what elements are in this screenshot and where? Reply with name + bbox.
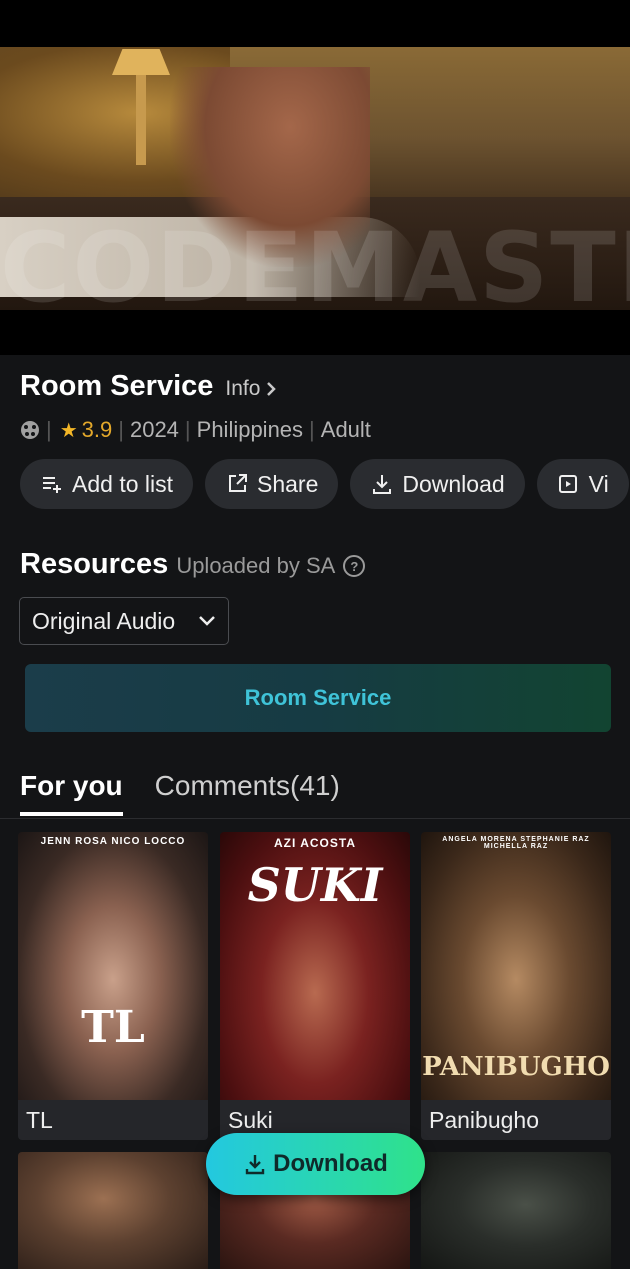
download-icon bbox=[373, 475, 392, 494]
video-player[interactable]: CODEMASTER bbox=[0, 47, 630, 310]
poster-title: PANIBUGHO bbox=[422, 1052, 610, 1082]
country: Philippines bbox=[196, 417, 304, 442]
release-year: 2024 bbox=[129, 417, 179, 442]
floating-download-label: Download bbox=[273, 1150, 388, 1177]
poster-image: ANGELA MORENA STEPHANIE RAZ MICHELLA RAZ… bbox=[421, 832, 611, 1100]
star-icon: ★ bbox=[59, 419, 78, 442]
audio-select[interactable]: Original Audio bbox=[19, 597, 229, 645]
resources-header: Resources Uploaded by SA ? bbox=[20, 548, 366, 581]
help-icon[interactable]: ? bbox=[343, 555, 366, 577]
video-label: Vi bbox=[588, 470, 609, 497]
add-to-list-label: Add to list bbox=[72, 470, 173, 497]
audio-option: Original Audio bbox=[32, 607, 176, 634]
genre: Adult bbox=[320, 417, 371, 442]
movie-title: Room Service bbox=[20, 370, 214, 402]
chevron-down-icon bbox=[199, 616, 215, 626]
tab-divider bbox=[0, 818, 630, 819]
poster-image: AZI ACOSTA SUKI bbox=[220, 832, 410, 1100]
resources-title: Resources bbox=[20, 548, 169, 580]
recommendation-card[interactable]: ANGELA MORENA STEPHANIE RAZ MICHELLA RAZ… bbox=[421, 832, 611, 1140]
uploaded-by: Uploaded by SA ? bbox=[176, 553, 366, 579]
poster-title: SUKI bbox=[247, 858, 383, 912]
poster-credits: AZI ACOSTA bbox=[274, 836, 356, 850]
episode-button[interactable]: Room Service bbox=[25, 664, 611, 732]
card-title: TL bbox=[18, 1100, 208, 1140]
reel-icon bbox=[21, 421, 39, 439]
title-row: Room Service Info bbox=[20, 370, 278, 403]
floating-download-button[interactable]: Download bbox=[206, 1133, 425, 1195]
video-watermark: CODEMASTER bbox=[0, 212, 630, 310]
download-label: Download bbox=[402, 470, 505, 497]
tab-for-you[interactable]: For you bbox=[20, 770, 123, 816]
recommendation-card[interactable]: JENN ROSA NICO LOCCO TL TL bbox=[18, 832, 208, 1140]
card-title: Panibugho bbox=[421, 1100, 611, 1140]
scene-lamp-base bbox=[136, 75, 146, 165]
info-label: Info bbox=[225, 377, 261, 400]
download-icon bbox=[245, 1155, 265, 1175]
poster-credits: JENN ROSA NICO LOCCO bbox=[40, 836, 186, 847]
share-icon bbox=[229, 474, 247, 492]
poster-image bbox=[421, 1152, 611, 1269]
share-label: Share bbox=[257, 470, 319, 497]
add-list-icon bbox=[43, 477, 61, 493]
rating-value: 3.9 bbox=[81, 417, 113, 442]
poster-image: JENN ROSA NICO LOCCO TL bbox=[18, 832, 208, 1100]
uploaded-by-text: Uploaded by SA bbox=[176, 553, 336, 578]
recommendation-card[interactable]: AZI ACOSTA SUKI Suki bbox=[220, 832, 410, 1140]
scene-lamp bbox=[112, 49, 170, 75]
player-bottom-bar bbox=[0, 310, 630, 355]
add-to-list-button[interactable]: Add to list bbox=[20, 459, 193, 509]
poster-title: TL bbox=[81, 1002, 145, 1053]
share-button[interactable]: Share bbox=[205, 459, 339, 509]
poster-credits: ANGELA MORENA STEPHANIE RAZ MICHELLA RAZ bbox=[442, 836, 590, 850]
recommendation-card[interactable] bbox=[421, 1152, 611, 1269]
info-link[interactable]: Info bbox=[225, 377, 278, 401]
tab-comments[interactable]: Comments(41) bbox=[155, 770, 340, 816]
movie-meta: | ★ 3.9 | 2024 | Philippines | Adult bbox=[20, 417, 371, 443]
download-button[interactable]: Download bbox=[350, 459, 525, 509]
poster-image bbox=[18, 1152, 208, 1269]
content-tabs: For you Comments(41) bbox=[20, 770, 340, 816]
chevron-right-icon bbox=[267, 382, 277, 396]
episode-label: Room Service bbox=[244, 685, 392, 710]
status-bar-area bbox=[0, 0, 630, 47]
video-icon bbox=[558, 475, 577, 493]
recommendation-card[interactable] bbox=[18, 1152, 208, 1269]
video-button[interactable]: Vi bbox=[536, 459, 629, 509]
action-chips: Add to list Share Download Vi bbox=[20, 459, 629, 509]
